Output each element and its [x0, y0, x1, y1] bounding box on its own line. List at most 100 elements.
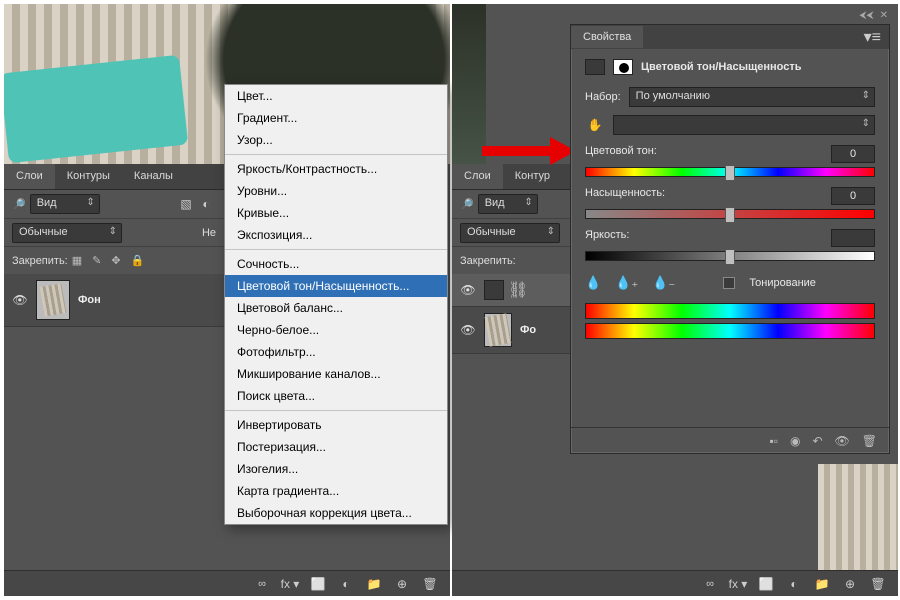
- trash-icon[interactable]: 🗑: [868, 574, 888, 594]
- layer-row-background-right[interactable]: 👁 Фо: [452, 307, 572, 354]
- close-panel-icon[interactable]: ✕: [880, 10, 888, 21]
- lock-row: Закрепить: ▦ ✎ ✥ 🔒: [4, 246, 224, 274]
- delete-adjustment-icon[interactable]: 🗑: [862, 434, 877, 448]
- panel-tabs: Слои Контуры Каналы: [4, 164, 224, 190]
- layer-name: Фон: [78, 294, 101, 306]
- link-layers-icon[interactable]: ∞: [700, 574, 720, 594]
- lock-label-right: Закрепить:: [460, 255, 516, 267]
- layer-name-right: Фо: [520, 324, 536, 336]
- preset-select[interactable]: По умолчанию: [629, 87, 875, 107]
- menu-posterize[interactable]: Постеризация...: [225, 436, 447, 458]
- layer-filter-row-right: 🔎 Вид: [452, 190, 572, 218]
- menu-gradient-map[interactable]: Карта градиента...: [225, 480, 447, 502]
- toggle-visibility-icon[interactable]: 👁: [835, 434, 850, 448]
- search-icon: 🔎: [12, 198, 26, 211]
- panel-menu-icon[interactable]: ▾≡: [856, 27, 889, 47]
- saturation-value[interactable]: 0: [831, 187, 875, 205]
- menu-curves[interactable]: Кривые...: [225, 202, 447, 224]
- fx-icon[interactable]: fx ▾: [280, 574, 300, 594]
- visibility-icon[interactable]: 👁: [12, 293, 28, 307]
- lock-pixels-icon[interactable]: ▦: [72, 254, 82, 267]
- filter-img-icon[interactable]: ▧: [176, 194, 196, 214]
- spectrum-bottom: [585, 323, 875, 339]
- lock-all-icon[interactable]: 🔒: [131, 254, 145, 267]
- layer-thumbnail[interactable]: [36, 280, 70, 320]
- menu-brightness-contrast[interactable]: Яркость/Контрастность...: [225, 158, 447, 180]
- visibility-icon[interactable]: 👁: [460, 323, 476, 337]
- link-icon-small: ⛓: [508, 280, 528, 300]
- lock-move-icon[interactable]: ✥: [111, 254, 120, 267]
- visibility-icon[interactable]: 👁: [460, 283, 476, 297]
- menu-invert[interactable]: Инвертировать: [225, 414, 447, 436]
- layer-thumbnail-right[interactable]: [484, 313, 512, 347]
- new-layer-icon[interactable]: ⊕: [840, 574, 860, 594]
- hue-value[interactable]: 0: [831, 145, 875, 163]
- properties-bottom-bar: ▪▫ ◉ ↶ 👁 🗑: [571, 427, 889, 453]
- lock-label: Закрепить:: [12, 255, 68, 267]
- lightness-slider[interactable]: [585, 251, 875, 261]
- collapse-icon[interactable]: ⮜⮜: [859, 10, 873, 21]
- properties-panel: Свойства ▾≡ Цветовой тон/Насыщенность На…: [570, 24, 890, 454]
- menu-vibrance[interactable]: Сочность...: [225, 253, 447, 275]
- saturation-slider[interactable]: [585, 209, 875, 219]
- tab-layers-right[interactable]: Слои: [452, 164, 503, 189]
- reset-icon[interactable]: ↶: [812, 434, 822, 448]
- fx-icon[interactable]: fx ▾: [728, 574, 748, 594]
- group-icon[interactable]: 📁: [364, 574, 384, 594]
- menu-hue-saturation[interactable]: Цветовой тон/Насыщенность...: [225, 275, 447, 297]
- canvas-strip-hair: [452, 4, 486, 184]
- color-range-select[interactable]: [613, 115, 875, 135]
- eyedropper-sub-icon[interactable]: 💧₋: [652, 275, 675, 291]
- menu-pattern[interactable]: Узор...: [225, 129, 447, 151]
- mask-icon[interactable]: ⬜: [308, 574, 328, 594]
- colorize-checkbox[interactable]: [723, 277, 735, 289]
- menu-black-white[interactable]: Черно-белое...: [225, 319, 447, 341]
- blend-mode-select-right[interactable]: Обычные: [460, 223, 560, 243]
- menu-exposure[interactable]: Экспозиция...: [225, 224, 447, 246]
- menu-photo-filter[interactable]: Фотофильтр...: [225, 341, 447, 363]
- colorize-label: Тонирование: [749, 277, 816, 289]
- tab-paths[interactable]: Контуры: [55, 164, 122, 189]
- layer-mask-icon[interactable]: [613, 59, 633, 75]
- adjustment-layer-icon[interactable]: ◐: [336, 574, 356, 594]
- tab-paths-right[interactable]: Контур: [503, 164, 562, 189]
- group-icon[interactable]: 📁: [812, 574, 832, 594]
- saturation-label: Насыщенность:: [585, 187, 665, 205]
- annotation-arrow: [482, 139, 582, 163]
- filter-kind-select[interactable]: Вид: [30, 194, 100, 214]
- layer-row-adjustment[interactable]: 👁 ⛓: [452, 274, 572, 307]
- view-previous-icon[interactable]: ◉: [790, 434, 800, 448]
- hue-slider[interactable]: [585, 167, 875, 177]
- spectrum-top: [585, 303, 875, 319]
- menu-gradient[interactable]: Градиент...: [225, 107, 447, 129]
- menu-levels[interactable]: Уровни...: [225, 180, 447, 202]
- preset-label: Набор:: [585, 91, 621, 103]
- trash-icon[interactable]: 🗑: [420, 574, 440, 594]
- menu-channel-mixer[interactable]: Микширование каналов...: [225, 363, 447, 385]
- menu-color-lookup[interactable]: Поиск цвета...: [225, 385, 447, 407]
- lightness-value[interactable]: [831, 229, 875, 247]
- link-layers-icon[interactable]: ∞: [252, 574, 272, 594]
- filter-kind-select-right[interactable]: Вид: [478, 194, 538, 214]
- menu-threshold[interactable]: Изогелия...: [225, 458, 447, 480]
- adjustment-thumb-icon: [484, 280, 504, 300]
- lock-brush-icon[interactable]: ✎: [92, 254, 101, 267]
- filter-adj-icon[interactable]: ◐: [196, 194, 216, 214]
- eyedropper-add-icon[interactable]: 💧₊: [615, 275, 638, 291]
- menu-selective-color[interactable]: Выборочная коррекция цвета...: [225, 502, 447, 524]
- tab-channels[interactable]: Каналы: [122, 164, 185, 189]
- panel-tabs-right: Слои Контур: [452, 164, 572, 190]
- tab-properties[interactable]: Свойства: [571, 26, 643, 48]
- eyedropper-icon[interactable]: 💧: [585, 275, 601, 291]
- clip-to-layer-icon[interactable]: ▪▫: [769, 434, 778, 448]
- layer-row-background[interactable]: 👁 Фон: [4, 274, 224, 327]
- blend-mode-select[interactable]: Обычные: [12, 223, 122, 243]
- adjustment-layer-icon[interactable]: ◐: [784, 574, 804, 594]
- menu-color-balance[interactable]: Цветовой баланс...: [225, 297, 447, 319]
- mask-icon[interactable]: ⬜: [756, 574, 776, 594]
- new-layer-icon[interactable]: ⊕: [392, 574, 412, 594]
- tab-layers[interactable]: Слои: [4, 164, 55, 189]
- targeted-adjust-icon[interactable]: ✋: [585, 115, 605, 135]
- canvas-strip-lower: [818, 464, 898, 584]
- menu-solid-color[interactable]: Цвет...: [225, 85, 447, 107]
